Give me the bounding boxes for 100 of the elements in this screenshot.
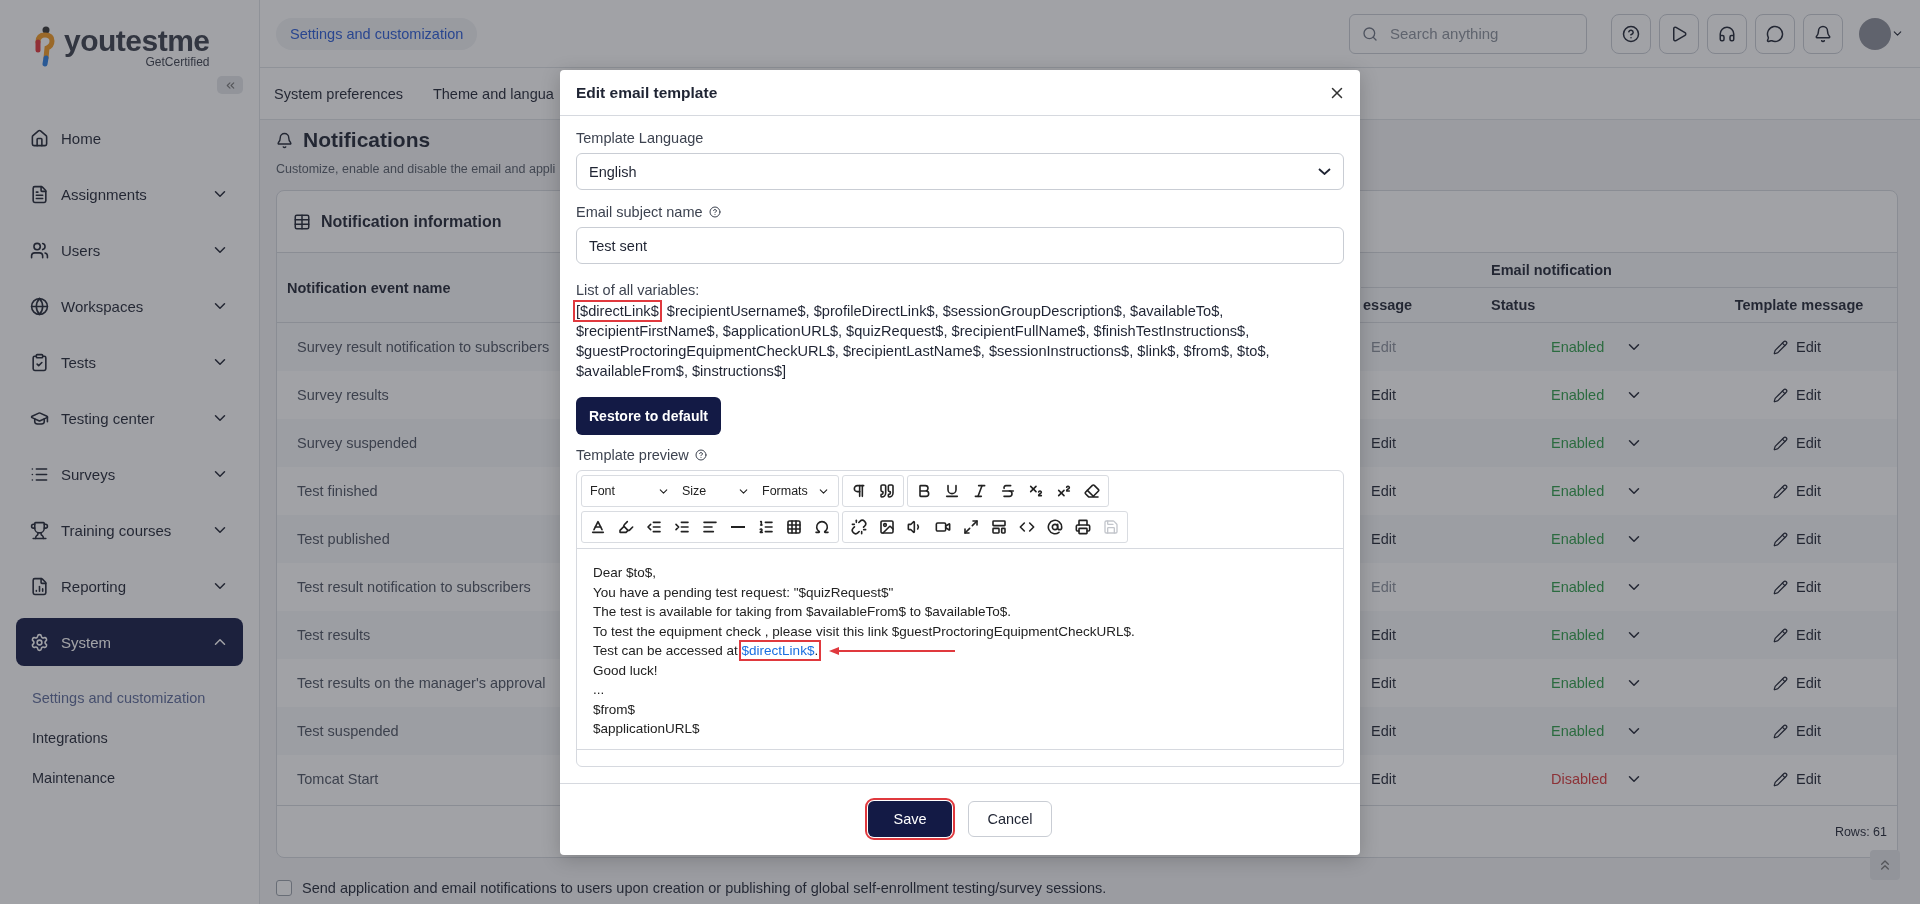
editor-line: The test is available for taking from $availableFrom$ to $availableTo$. bbox=[593, 603, 1012, 621]
edit-link[interactable]: Edit bbox=[1773, 387, 1821, 403]
sidebar-item[interactable]: System bbox=[16, 618, 243, 666]
rich-text-editor[interactable] bbox=[576, 470, 1344, 767]
sidebar-item[interactable]: Testing center bbox=[16, 394, 243, 442]
template-icon bbox=[991, 519, 1007, 535]
help-icon bbox=[694, 449, 707, 461]
play-button[interactable] bbox=[1659, 13, 1699, 54]
sidebar-subitem[interactable]: Maintenance bbox=[16, 758, 243, 798]
chat-button[interactable] bbox=[1755, 13, 1795, 54]
pencil-icon bbox=[1773, 483, 1788, 499]
document-icon bbox=[30, 184, 49, 204]
status-text: Enabled bbox=[1551, 387, 1606, 403]
edit-link[interactable]: Edit bbox=[1371, 483, 1396, 499]
editor-line: $applicationURL$ bbox=[593, 720, 701, 738]
headset-button[interactable] bbox=[1707, 13, 1747, 54]
edit-link[interactable]: Edit bbox=[1773, 771, 1821, 787]
code-icon bbox=[1019, 519, 1035, 535]
table-cell-text: Test results on the manager's approval bbox=[296, 675, 546, 691]
edit-link[interactable]: Edit bbox=[1773, 579, 1821, 595]
table-cell-text: Survey results bbox=[296, 387, 389, 403]
card-title: Notification information bbox=[321, 212, 502, 231]
help-button[interactable] bbox=[1611, 13, 1651, 54]
edit-link[interactable]: Edit bbox=[1773, 435, 1821, 451]
help-icon bbox=[708, 206, 721, 218]
edit-link[interactable]: Edit bbox=[1773, 483, 1821, 499]
status-text: Enabled bbox=[1551, 339, 1606, 355]
modal-title: Edit email template bbox=[576, 83, 718, 102]
subscript-icon bbox=[1028, 483, 1044, 499]
checkbox[interactable] bbox=[276, 880, 292, 896]
column-group-header: Email notification bbox=[1481, 253, 1897, 288]
omega-icon bbox=[814, 519, 830, 535]
outdent-icon bbox=[646, 519, 662, 535]
horizontal-line-icon bbox=[731, 526, 745, 528]
edit-link[interactable]: Edit bbox=[1371, 675, 1396, 691]
language-select[interactable]: English bbox=[576, 153, 1344, 190]
breadcrumb[interactable]: Settings and customization bbox=[276, 17, 478, 50]
cancel-button[interactable]: Cancel bbox=[968, 801, 1052, 837]
sidebar-item[interactable]: Surveys bbox=[16, 450, 243, 498]
page-title: Notifications bbox=[303, 128, 431, 152]
edit-link[interactable]: Edit bbox=[1371, 627, 1396, 643]
sidebar-item[interactable]: Tests bbox=[16, 338, 243, 386]
field-label: Template preview bbox=[576, 447, 689, 463]
edit-link[interactable]: Edit bbox=[1371, 387, 1396, 403]
globe-icon bbox=[30, 296, 49, 316]
highlighter-icon bbox=[618, 519, 634, 535]
field-label: Template Language bbox=[576, 130, 704, 146]
status-text: Enabled bbox=[1551, 675, 1606, 691]
logo-tagline: GetCertified bbox=[145, 56, 210, 68]
save-button[interactable]: Save bbox=[868, 801, 952, 837]
sidebar-item[interactable]: Users bbox=[16, 226, 243, 274]
editor-line: Good luck! bbox=[593, 661, 659, 680]
edit-link[interactable]: Edit bbox=[1371, 531, 1396, 547]
status-text: Disabled bbox=[1551, 771, 1609, 787]
notifications-button[interactable] bbox=[1803, 13, 1843, 54]
chart-document-icon bbox=[30, 576, 49, 596]
sidebar-item[interactable]: Workspaces bbox=[16, 282, 243, 330]
logo-text: youtestme bbox=[64, 26, 210, 56]
restore-button[interactable]: Restore to default bbox=[576, 397, 721, 435]
search-icon bbox=[1362, 25, 1378, 42]
status-text: Enabled bbox=[1551, 723, 1606, 739]
sidebar-item[interactable]: Home bbox=[16, 114, 243, 162]
status-text: Enabled bbox=[1551, 579, 1606, 595]
page-description: Customize, enable and disable the email and appli bbox=[276, 162, 556, 176]
at-sign-icon bbox=[1047, 519, 1063, 535]
edit-link[interactable]: Edit bbox=[1371, 771, 1396, 787]
edit-link[interactable]: Edit bbox=[1371, 435, 1396, 451]
editor-line: Test can be accessed at $directLink$. bbox=[593, 641, 1327, 661]
bell-icon bbox=[1814, 24, 1832, 43]
toolbar-dropdown[interactable]: Formats bbox=[756, 477, 836, 505]
house-icon bbox=[30, 128, 49, 148]
table-cell-text: Test suspended bbox=[296, 723, 399, 739]
pencil-icon bbox=[1773, 627, 1788, 643]
bold-icon bbox=[916, 483, 932, 499]
edit-link[interactable]: Edit bbox=[1773, 723, 1821, 739]
edit-link[interactable]: Edit bbox=[1773, 531, 1821, 547]
edit-link[interactable]: Edit bbox=[1773, 339, 1821, 355]
sidebar-item[interactable]: Training courses bbox=[16, 506, 243, 554]
status-text: Enabled bbox=[1551, 483, 1606, 499]
tab[interactable]: Theme and langua bbox=[432, 85, 554, 102]
sidebar-item[interactable]: Reporting bbox=[16, 562, 243, 610]
sidebar-subitem[interactable]: Integrations bbox=[16, 718, 243, 758]
tab[interactable]: System preferences bbox=[274, 85, 403, 102]
column-header: essage bbox=[1361, 288, 1481, 323]
toolbar-dropdown[interactable]: Font bbox=[584, 477, 676, 505]
printer-icon bbox=[1075, 519, 1091, 535]
edit-link[interactable]: Edit bbox=[1773, 627, 1821, 643]
headphones-icon bbox=[1718, 24, 1736, 43]
table-cell-text: Test published bbox=[296, 531, 390, 547]
caret-icon bbox=[1318, 168, 1331, 175]
status-text: Enabled bbox=[1551, 435, 1606, 451]
search-field[interactable]: Search anything bbox=[1349, 13, 1587, 54]
edit-link[interactable]: Edit bbox=[1371, 723, 1396, 739]
sidebar-subitem[interactable]: Settings and customization bbox=[16, 678, 243, 718]
toolbar-dropdown[interactable]: Size bbox=[676, 477, 756, 505]
edit-link[interactable]: Edit bbox=[1773, 675, 1821, 691]
sidebar-item[interactable]: Assignments bbox=[16, 170, 243, 218]
fullscreen-icon bbox=[963, 519, 979, 535]
editor-line: ... bbox=[593, 681, 606, 699]
subject-input[interactable]: Test sent bbox=[576, 227, 1344, 264]
